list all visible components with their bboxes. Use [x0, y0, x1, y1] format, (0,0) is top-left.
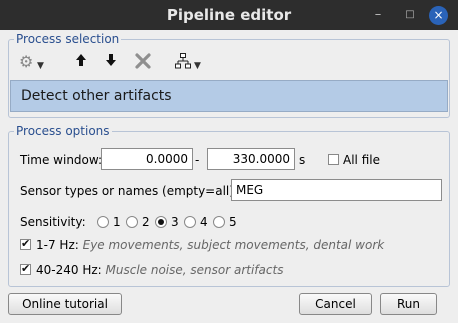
pipeline-tree-icon [175, 53, 191, 69]
arrow-up-icon [76, 54, 86, 66]
process-options-panel: Process options Time window: 0.0000 - 33… [8, 124, 450, 287]
maximize-icon[interactable]: □ [400, 5, 420, 25]
pipeline-menu-button[interactable]: ▼ [175, 53, 201, 71]
process-list-item[interactable]: Detect other artifacts [10, 80, 448, 112]
process-selection-legend: Process selection [14, 32, 122, 46]
sensitivity-radio-5[interactable] [213, 216, 225, 228]
title-bar: Pipeline editor – □ × [0, 0, 458, 30]
sensitivity-option-label: 5 [229, 215, 237, 229]
sensor-input[interactable]: MEG [231, 179, 442, 201]
band-1-7-description: Eye movements, subject movements, dental… [82, 238, 385, 252]
time-unit: s [299, 153, 306, 167]
time-end-input[interactable]: 330.0000 [207, 148, 295, 170]
sensitivity-option-label: 3 [171, 215, 179, 229]
all-file-label: All file [343, 153, 380, 167]
move-down-button[interactable] [105, 53, 117, 71]
sensitivity-radio-3[interactable] [155, 216, 167, 228]
gear-icon: ⚙ [19, 52, 34, 71]
sensitivity-option-label: 2 [142, 215, 150, 229]
process-name: Detect other artifacts [21, 88, 172, 104]
all-file-checkbox[interactable] [328, 154, 339, 165]
sensitivity-option-label: 1 [113, 215, 121, 229]
online-tutorial-button[interactable]: Online tutorial [8, 293, 122, 315]
gear-menu-button[interactable]: ⚙ ▼ [19, 52, 44, 72]
band-40-240-checkbox[interactable] [20, 262, 31, 275]
sensitivity-radio-1[interactable] [97, 216, 109, 228]
move-up-button[interactable] [75, 53, 87, 71]
band-40-240-label: 40-240 Hz: [36, 263, 102, 277]
caret-down-icon: ▼ [194, 61, 201, 71]
delete-button[interactable] [135, 53, 151, 71]
band-1-7-label: 1-7 Hz: [36, 238, 79, 252]
band-1-7-checkbox[interactable] [20, 237, 31, 250]
window-title: Pipeline editor [166, 6, 292, 24]
run-button[interactable]: Run [380, 293, 437, 315]
sensitivity-radio-2[interactable] [126, 216, 138, 228]
sensor-label: Sensor types or names (empty=all): [20, 184, 238, 198]
minimize-icon[interactable]: – [368, 5, 388, 25]
caret-down-icon: ▼ [37, 61, 44, 71]
sensitivity-option-label: 4 [200, 215, 208, 229]
process-selection-panel: Process selection ⚙ ▼ ▼ Detect other art… [8, 32, 450, 118]
close-icon[interactable]: × [429, 6, 448, 25]
delete-icon [135, 53, 151, 69]
time-window-label: Time window: [20, 153, 103, 167]
cancel-button[interactable]: Cancel [299, 293, 372, 315]
sensitivity-label: Sensitivity: [20, 215, 86, 229]
time-separator: - [195, 153, 200, 167]
arrow-down-icon [106, 54, 116, 66]
sensitivity-radio-4[interactable] [184, 216, 196, 228]
time-start-input[interactable]: 0.0000 [101, 148, 193, 170]
band-40-240-description: Muscle noise, sensor artifacts [105, 263, 284, 277]
process-options-legend: Process options [14, 124, 112, 138]
